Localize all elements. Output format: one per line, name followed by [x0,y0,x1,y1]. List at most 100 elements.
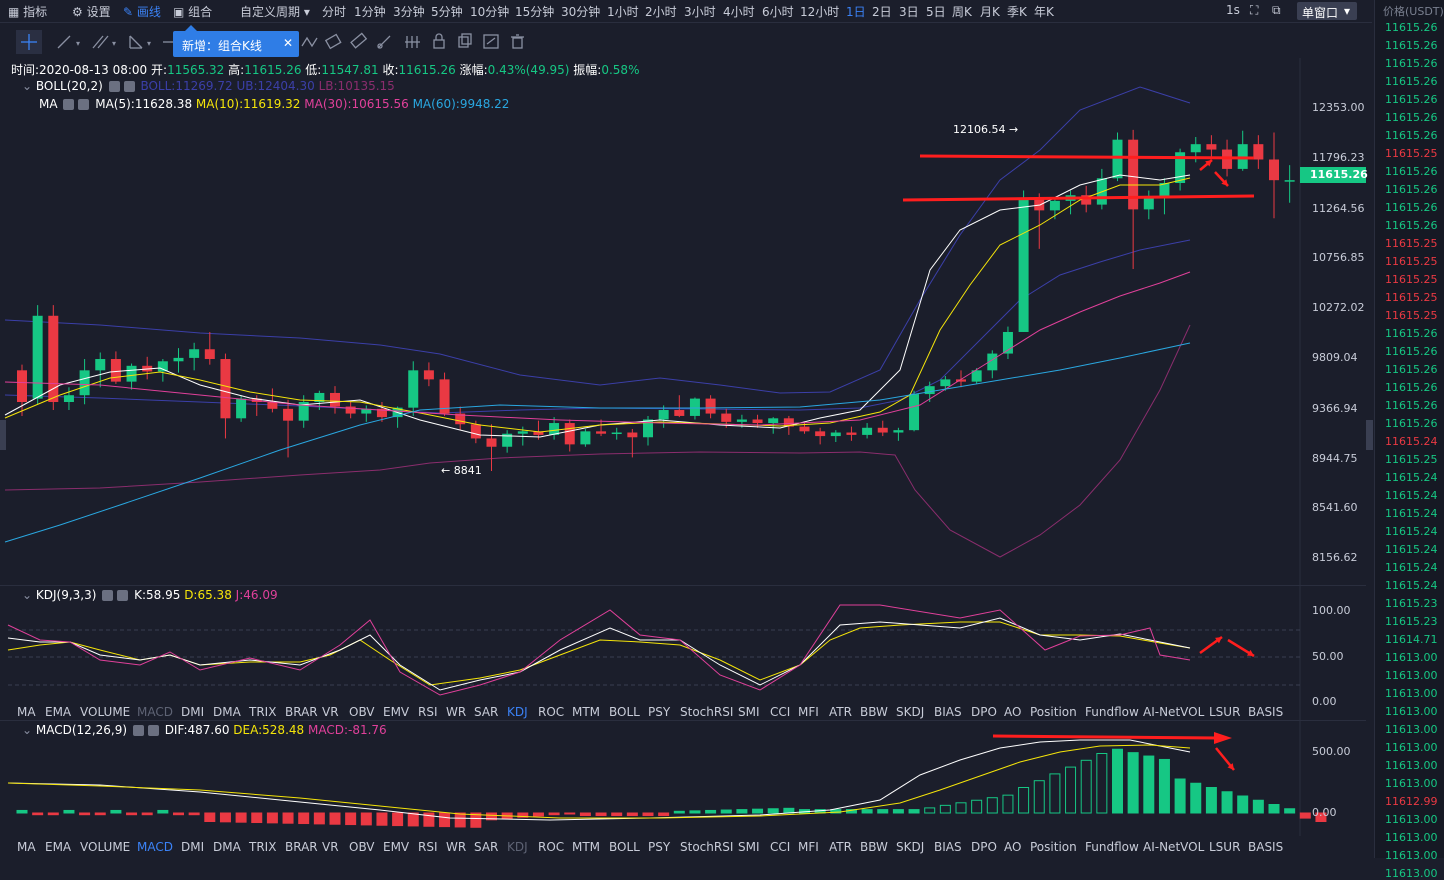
tab-fundflow[interactable]: Fundflow [1085,840,1139,854]
tab-wr[interactable]: WR [446,840,466,854]
tab-position[interactable]: Position [1030,705,1077,719]
tab-ai-netvol[interactable]: AI-NetVOL [1143,705,1204,719]
ticker-price: 11613.00 [1385,777,1438,790]
tab-psy[interactable]: PSY [648,705,670,719]
tab-wr[interactable]: WR [446,705,466,719]
tab-roc[interactable]: ROC [538,840,564,854]
tab-smi[interactable]: SMI [738,705,760,719]
tab-fundflow[interactable]: Fundflow [1085,705,1139,719]
macd-bar [173,812,184,816]
price-axis-label: 11796.23 [1312,151,1365,164]
tab-skdj[interactable]: SKDJ [896,705,924,719]
tab-psy[interactable]: PSY [648,840,670,854]
tab-emv[interactable]: EMV [383,705,409,719]
tab-ema[interactable]: EMA [45,840,71,854]
tab-trix[interactable]: TRIX [249,840,276,854]
tab-atr[interactable]: ATR [829,840,852,854]
ticker-price: 11615.26 [1385,363,1438,376]
tab-boll[interactable]: BOLL [609,840,640,854]
macd-bar [1237,795,1249,814]
tab-dmi[interactable]: DMI [181,840,204,854]
tab-stochrsi[interactable]: StochRSI [680,840,733,854]
macd-bar [282,812,294,824]
tab-skdj[interactable]: SKDJ [896,840,924,854]
tab-mtm[interactable]: MTM [572,705,600,719]
tab-bias[interactable]: BIAS [934,840,962,854]
tab-trix[interactable]: TRIX [249,705,276,719]
tab-bias[interactable]: BIAS [934,705,962,719]
macd-bar [251,812,263,824]
ticker-price: 11615.26 [1385,93,1438,106]
tab-ma[interactable]: MA [17,705,36,719]
tab-obv[interactable]: OBV [349,840,375,854]
tab-ao[interactable]: AO [1004,705,1021,719]
tab-smi[interactable]: SMI [738,840,760,854]
tab-position[interactable]: Position [1030,840,1077,854]
tab-mfi[interactable]: MFI [798,840,819,854]
macd-bar [188,812,200,816]
tab-lsur[interactable]: LSUR [1209,840,1240,854]
left-collapse-handle[interactable] [0,420,6,450]
tab-lsur[interactable]: LSUR [1209,705,1240,719]
macd-settings-icon[interactable] [132,725,144,736]
tab-dpo[interactable]: DPO [971,840,997,854]
tab-atr[interactable]: ATR [829,705,852,719]
ticker-price: 11613.00 [1385,831,1438,844]
kdj-close-icon[interactable] [117,590,129,601]
ticker-price: 11615.26 [1385,417,1438,430]
ticker-price: 11613.00 [1385,813,1438,826]
tab-bbw[interactable]: BBW [860,705,888,719]
candle [486,424,497,472]
candle [1253,135,1264,169]
tab-bbw[interactable]: BBW [860,840,888,854]
tab-macd[interactable]: MACD [137,840,173,854]
tab-basis[interactable]: BASIS [1248,840,1283,854]
tab-sar[interactable]: SAR [474,840,498,854]
candle [423,362,434,387]
tab-ma[interactable]: MA [17,840,36,854]
ticker-price: 11615.24 [1385,579,1438,592]
macd-close-icon[interactable] [147,725,159,736]
tab-kdj[interactable]: KDJ [507,705,528,719]
tab-dmi[interactable]: DMI [181,705,204,719]
candle [705,395,716,419]
tab-volume[interactable]: VOLUME [80,705,130,719]
tab-stochrsi[interactable]: StochRSI [680,705,733,719]
tab-dma[interactable]: DMA [213,840,241,854]
macd-bar [971,799,983,814]
tab-vr[interactable]: VR [322,840,339,854]
ticker-price: 11615.26 [1385,129,1438,142]
tab-ai-netvol[interactable]: AI-NetVOL [1143,840,1204,854]
tab-roc[interactable]: ROC [538,705,564,719]
tab-kdj[interactable]: KDJ [507,840,528,854]
tab-ema[interactable]: EMA [45,705,71,719]
macd-bar [157,809,169,814]
tab-macd[interactable]: MACD [137,705,173,719]
kdj-settings-icon[interactable] [102,590,114,601]
tab-vr[interactable]: VR [322,705,339,719]
tab-cci[interactable]: CCI [770,840,790,854]
macd-bar [126,812,138,816]
candle [1284,165,1295,203]
tab-sar[interactable]: SAR [474,705,498,719]
macd-bar [204,812,216,822]
ticker-price: 11615.26 [1385,381,1438,394]
tab-mtm[interactable]: MTM [572,840,600,854]
tab-mfi[interactable]: MFI [798,705,819,719]
right-collapse-handle[interactable] [1366,420,1373,450]
tab-ao[interactable]: AO [1004,840,1021,854]
candle [361,405,372,422]
tab-brar[interactable]: BRAR [285,705,318,719]
macd-bar [955,802,967,814]
tab-brar[interactable]: BRAR [285,840,318,854]
tab-dma[interactable]: DMA [213,705,241,719]
tab-basis[interactable]: BASIS [1248,705,1283,719]
tab-cci[interactable]: CCI [770,705,790,719]
tab-rsi[interactable]: RSI [418,840,438,854]
tab-boll[interactable]: BOLL [609,705,640,719]
tab-volume[interactable]: VOLUME [80,840,130,854]
tab-dpo[interactable]: DPO [971,705,997,719]
tab-rsi[interactable]: RSI [418,705,438,719]
tab-obv[interactable]: OBV [349,705,375,719]
tab-emv[interactable]: EMV [383,840,409,854]
